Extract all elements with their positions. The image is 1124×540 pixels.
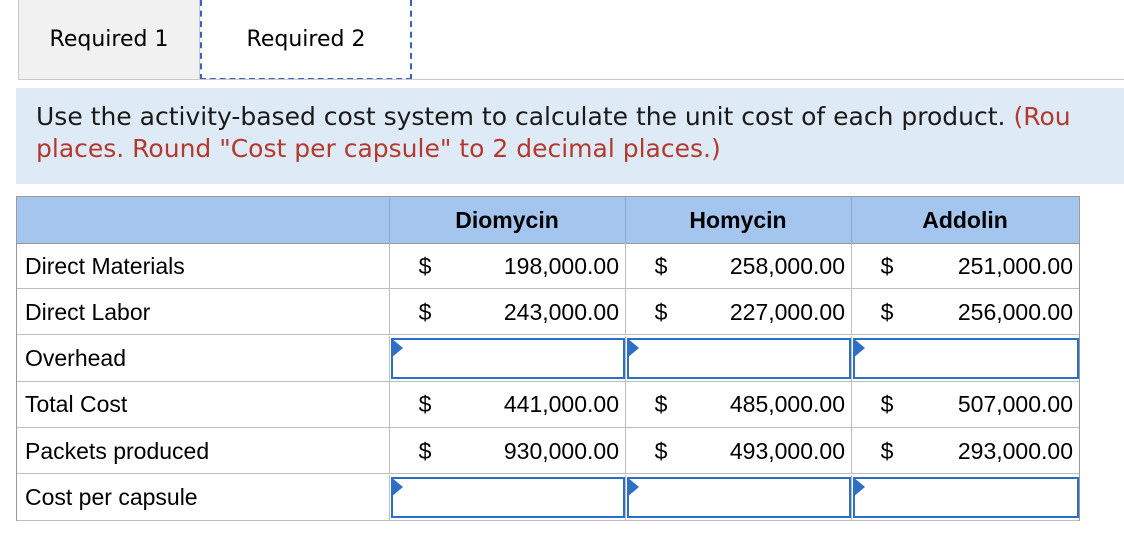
- column-separator: [389, 474, 390, 521]
- cell-value: 485,000.00: [729, 391, 845, 418]
- row-label: Direct Materials: [25, 252, 185, 279]
- header-homycin: Homycin: [689, 206, 787, 233]
- currency-symbol: $: [654, 298, 668, 325]
- cell-value: 198,000.00: [503, 252, 619, 279]
- instruction-text: Use the activity-based cost system to ca…: [36, 101, 1124, 165]
- tab-bar: Required 1 Required 2: [18, 0, 1124, 80]
- tab-divider: [18, 79, 1124, 80]
- column-separator: [625, 428, 626, 475]
- input-marker-icon: [627, 337, 639, 358]
- column-separator: [389, 243, 390, 289]
- column-separator: [851, 428, 852, 475]
- table-row: Total Cost $441,000.00 $485,000.00 $507,000…: [17, 381, 1079, 428]
- column-separator: [625, 474, 626, 521]
- currency-symbol: $: [880, 437, 894, 464]
- tab-required-1[interactable]: Required 1: [18, 0, 200, 79]
- column-separator: [389, 381, 390, 428]
- answer-input-homycin[interactable]: [627, 337, 851, 379]
- column-separator: [389, 335, 390, 382]
- header-diomycin: Diomycin: [455, 206, 559, 233]
- instruction-main: Use the activity-based cost system to ca…: [36, 102, 1014, 131]
- table-row: Direct Labor $243,000.00 $227,000.00 $256,0…: [17, 289, 1079, 336]
- currency-symbol: $: [654, 252, 668, 279]
- currency-symbol: $: [418, 437, 432, 464]
- column-separator: [851, 289, 852, 336]
- instruction-rounding: places. Round "Cost per capsule" to 2 de…: [36, 134, 721, 163]
- column-separator: [851, 381, 852, 428]
- column-separator: [625, 243, 626, 289]
- tab-required-2[interactable]: Required 2: [200, 0, 412, 80]
- column-separator: [625, 335, 626, 382]
- header-addolin: Addolin: [922, 206, 1008, 233]
- answer-input-homycin[interactable]: [627, 476, 851, 518]
- currency-symbol: $: [654, 437, 668, 464]
- cell-value: 227,000.00: [729, 298, 845, 325]
- row-label: Direct Labor: [25, 298, 151, 325]
- tab-required-1-label: Required 1: [49, 27, 169, 52]
- column-separator: [625, 381, 626, 428]
- cell-value: 507,000.00: [957, 391, 1073, 418]
- currency-symbol: $: [418, 391, 432, 418]
- currency-symbol: $: [880, 298, 894, 325]
- row-label: Total Cost: [25, 391, 128, 418]
- table-row: Cost per capsule: [17, 474, 1079, 521]
- column-separator: [389, 428, 390, 475]
- row-label: Overhead: [25, 345, 127, 372]
- cell-value: 293,000.00: [957, 437, 1073, 464]
- cell-value: 256,000.00: [957, 298, 1073, 325]
- row-label: Packets produced: [25, 437, 210, 464]
- answer-input-diomycin[interactable]: [391, 337, 625, 379]
- column-separator: [625, 289, 626, 336]
- row-label: Cost per capsule: [25, 484, 198, 510]
- cost-table: Diomycin Homycin Addolin Direct Material…: [16, 196, 1080, 521]
- currency-symbol: $: [654, 391, 668, 418]
- table-header: Diomycin Homycin Addolin: [17, 197, 1079, 244]
- answer-input-diomycin[interactable]: [391, 476, 625, 518]
- tab-required-2-label: Required 2: [246, 26, 366, 52]
- column-separator: [851, 335, 852, 382]
- cell-value: 243,000.00: [503, 298, 619, 325]
- input-marker-icon: [853, 476, 865, 497]
- column-separator: [851, 243, 852, 289]
- currency-symbol: $: [880, 252, 894, 279]
- answer-input-addolin[interactable]: [853, 476, 1079, 518]
- currency-symbol: $: [418, 298, 432, 325]
- table-row: Overhead: [17, 335, 1079, 382]
- cell-value: 258,000.00: [729, 252, 845, 279]
- input-marker-icon: [853, 337, 865, 358]
- table-row: Packets produced $930,000.00 $493,000.00 $2…: [17, 428, 1079, 475]
- currency-symbol: $: [418, 252, 432, 279]
- table-row: Direct Materials $198,000.00 $258,000.00 $2…: [17, 243, 1079, 289]
- input-marker-icon: [627, 476, 639, 497]
- column-separator: [851, 474, 852, 521]
- answer-input-addolin[interactable]: [853, 337, 1079, 379]
- input-marker-icon: [391, 476, 403, 497]
- cell-value: 493,000.00: [729, 437, 845, 464]
- instruction-rounding-start: (Rou: [1013, 102, 1071, 131]
- instruction-panel: Use the activity-based cost system to ca…: [16, 88, 1124, 184]
- currency-symbol: $: [880, 391, 894, 418]
- cell-value: 251,000.00: [957, 252, 1073, 279]
- column-separator: [389, 289, 390, 336]
- cell-value: 930,000.00: [503, 437, 619, 464]
- cell-value: 441,000.00: [503, 391, 619, 418]
- input-marker-icon: [391, 337, 403, 358]
